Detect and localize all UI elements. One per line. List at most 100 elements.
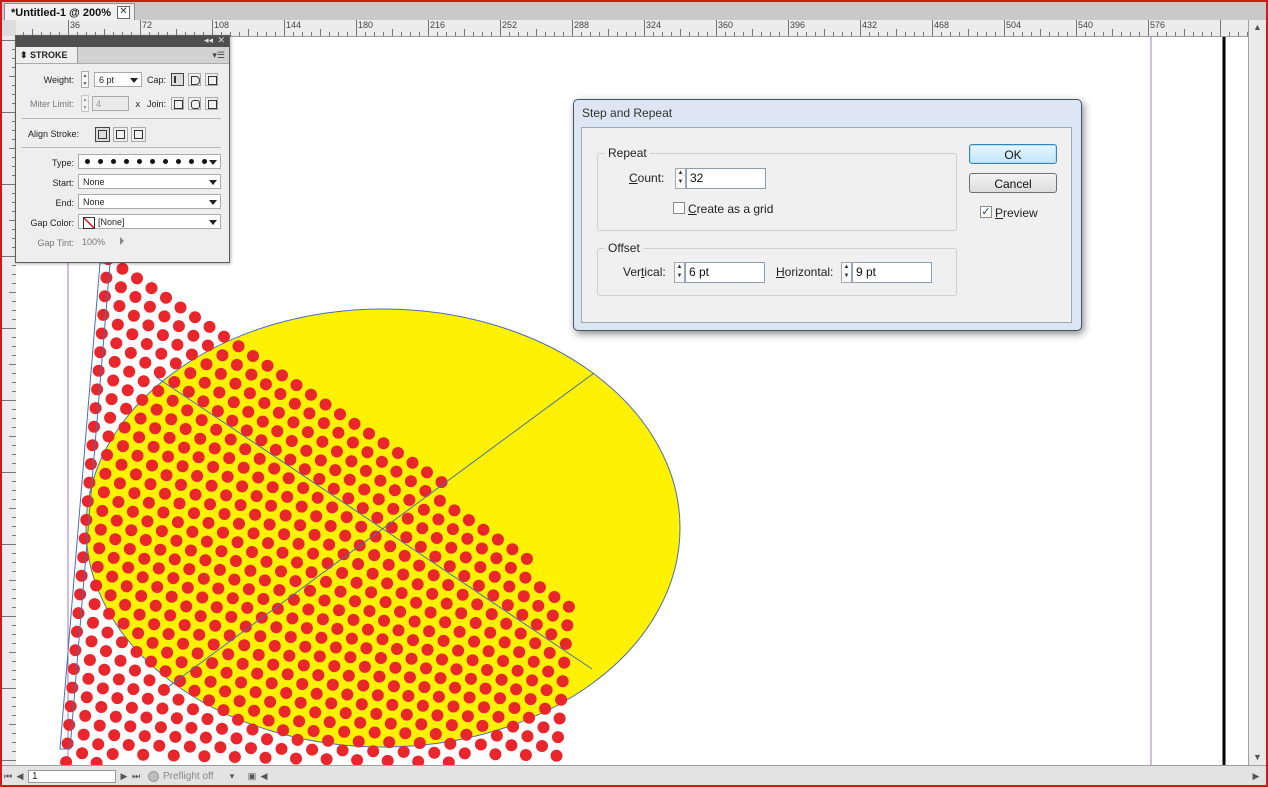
start-dropdown[interactable]: None xyxy=(78,174,221,189)
page-number-field[interactable]: 1 xyxy=(28,769,116,783)
red-dot xyxy=(320,753,333,765)
preflight-menu-icon[interactable]: ▾ xyxy=(226,771,238,782)
first-page-icon[interactable]: ⏮ xyxy=(2,771,14,782)
panel-menu-icon[interactable]: ▾☰ xyxy=(212,50,225,61)
ruler-tick-label: 540 xyxy=(1078,20,1094,30)
align-inside-button[interactable] xyxy=(113,127,128,142)
red-dot xyxy=(363,427,375,440)
red-dot xyxy=(66,681,79,694)
round-cap-button[interactable] xyxy=(188,73,201,86)
next-page-icon[interactable]: ▶ xyxy=(118,771,130,782)
open-document-folder-icon[interactable]: ▣ xyxy=(246,771,258,782)
red-dot xyxy=(169,730,182,743)
red-dot xyxy=(339,707,352,720)
weight-stepper[interactable]: ▲ ▼ xyxy=(81,71,89,88)
red-dot xyxy=(338,725,351,738)
red-dot xyxy=(387,680,400,693)
red-dot xyxy=(140,338,153,350)
red-dot xyxy=(231,536,244,549)
red-dot xyxy=(186,525,199,538)
horizontal-label: Horizontal: xyxy=(776,265,834,279)
vertical-scrollbar[interactable]: ▲ ▼ xyxy=(1248,20,1267,765)
red-dot xyxy=(272,406,285,419)
close-panel-icon[interactable]: ✕ xyxy=(217,35,225,46)
red-dot xyxy=(397,745,410,758)
red-dot xyxy=(365,586,378,599)
scroll-left-arrow-icon[interactable]: ◀ xyxy=(258,771,270,782)
red-dot xyxy=(152,562,165,575)
red-dot xyxy=(416,699,429,712)
red-dot xyxy=(114,654,127,667)
red-dot xyxy=(220,666,233,679)
red-dot xyxy=(456,588,469,601)
red-dot xyxy=(143,300,156,313)
red-dot xyxy=(109,533,122,546)
ruler-tick xyxy=(626,32,627,36)
miter-limit-field[interactable]: 4 xyxy=(92,96,129,111)
preview-label[interactable]: Preview xyxy=(995,206,1038,220)
horizontal-stepper[interactable]: ▲ ▼ xyxy=(841,262,852,283)
projecting-cap-button[interactable] xyxy=(205,73,218,86)
red-dot xyxy=(382,558,395,571)
stroke-panel-titlebar[interactable]: ◂◂ ✕ xyxy=(16,35,229,47)
scroll-down-arrow-icon[interactable]: ▼ xyxy=(1253,752,1262,762)
previous-page-icon[interactable]: ◀ xyxy=(14,771,26,782)
chevron-down-icon xyxy=(209,200,217,205)
gap-color-dropdown[interactable]: [None] xyxy=(78,214,221,229)
last-page-icon[interactable]: ⏭ xyxy=(130,771,142,782)
ok-button[interactable]: OK xyxy=(969,144,1057,164)
tab-stroke[interactable]: ⬍ STROKE xyxy=(16,47,78,63)
ruler-tick xyxy=(473,32,474,36)
red-dot xyxy=(428,746,441,759)
red-dot xyxy=(275,565,287,578)
slider-arrow-icon[interactable] xyxy=(120,237,124,245)
stroke-tab-label: STROKE xyxy=(30,50,68,60)
red-dot xyxy=(548,591,561,603)
round-join-button[interactable] xyxy=(188,97,201,110)
scroll-right-arrow-icon[interactable]: ▶ xyxy=(1250,771,1262,782)
miter-limit-stepper[interactable]: ▲ ▼ xyxy=(81,95,89,112)
red-dot xyxy=(149,422,162,435)
ruler-tick-label: 108 xyxy=(214,20,230,30)
red-dot xyxy=(171,516,184,529)
document-tab[interactable]: *Untitled-1 @ 200% ✕ xyxy=(4,3,135,21)
butt-cap-button[interactable] xyxy=(171,73,184,86)
red-dot xyxy=(556,675,569,688)
count-stepper[interactable]: ▲ ▼ xyxy=(675,168,686,189)
end-dropdown[interactable]: None xyxy=(78,194,221,209)
red-dot xyxy=(207,461,220,473)
ruler-tick xyxy=(428,20,429,36)
red-dot xyxy=(94,346,107,359)
red-dot xyxy=(445,719,458,732)
create-as-grid-label[interactable]: Create as a grid xyxy=(688,202,773,216)
miter-join-button[interactable] xyxy=(171,97,184,110)
horizontal-field[interactable]: 9 pt xyxy=(852,262,932,283)
red-dot xyxy=(555,693,568,706)
cancel-button[interactable]: Cancel xyxy=(969,173,1057,193)
repeat-group-label: Repeat xyxy=(605,146,650,160)
vertical-field[interactable]: 6 pt xyxy=(685,262,765,283)
gap-tint-control[interactable]: 100% xyxy=(78,234,188,248)
count-field[interactable]: 32 xyxy=(686,168,766,189)
vertical-stepper[interactable]: ▲ ▼ xyxy=(674,262,685,283)
preflight-status[interactable]: Preflight off xyxy=(148,770,226,782)
preview-checkbox[interactable]: ✓ xyxy=(980,206,992,218)
red-dot xyxy=(401,512,414,525)
red-dot xyxy=(184,544,197,557)
red-dot xyxy=(437,634,450,647)
scroll-up-arrow-icon[interactable]: ▲ xyxy=(1253,22,1262,32)
collapse-panel-icon[interactable]: ◂◂ xyxy=(204,35,213,46)
weight-dropdown[interactable]: 6 pt xyxy=(94,72,142,87)
align-center-button[interactable] xyxy=(95,127,110,142)
red-dot xyxy=(346,436,359,449)
create-as-grid-checkbox[interactable] xyxy=(673,202,685,214)
align-outside-button[interactable] xyxy=(131,127,146,142)
close-icon[interactable]: ✕ xyxy=(116,6,130,19)
offset-group: Offset Vertical: ▲ ▼ 6 pt Horizontal: ▲ ▼ … xyxy=(597,241,957,296)
red-dot xyxy=(242,583,255,596)
ruler-tick xyxy=(959,32,960,36)
ruler-tick xyxy=(788,20,789,36)
stroke-type-dropdown[interactable] xyxy=(78,154,221,169)
bevel-join-button[interactable] xyxy=(205,97,218,110)
ruler-tick xyxy=(527,32,528,36)
